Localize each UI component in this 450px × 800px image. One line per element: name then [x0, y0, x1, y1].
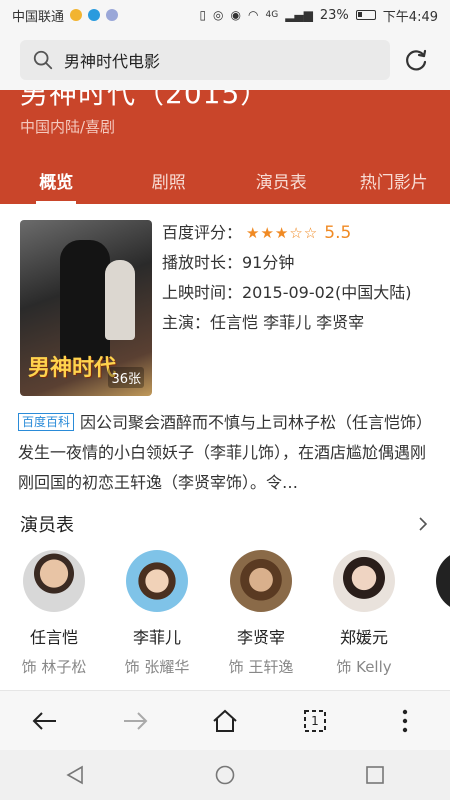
tab-overview[interactable]: 概览 — [0, 160, 113, 204]
summary-text: 因公司聚会酒醉而不慎与上司林子松（任言恺饰）发生一夜情的小白领妖子（李菲儿饰），… — [18, 413, 427, 492]
nav-back-icon[interactable] — [64, 764, 86, 786]
eye-icon: ◉ — [230, 8, 242, 22]
tab-cast[interactable]: 演员表 — [225, 160, 338, 204]
battery-icon — [355, 10, 376, 20]
more-button[interactable] — [385, 701, 425, 741]
home-icon — [213, 709, 237, 732]
movie-genre: 中国内陆/喜剧 — [20, 118, 116, 136]
rating-stars-icon: ★★★☆☆ — [246, 224, 319, 242]
baike-badge: 百度百科 — [18, 413, 75, 431]
signal-icon: ▂▄▆ — [285, 8, 313, 22]
poster-count: 36张 — [108, 367, 144, 388]
back-icon — [32, 712, 56, 730]
movie-info: 男神时代 36张 百度评分： ★★★☆☆ 5.5 播放时长：91分钟 上映时间：20… — [20, 218, 430, 398]
cast-role: 饰 Kelly — [336, 658, 392, 676]
search-icon — [33, 50, 53, 70]
nav-recents-icon[interactable] — [364, 764, 386, 786]
status-bar: 中国联通 ▯ ◎ ◉ ◠ 4G ▂▄▆ 23% 下午4:49 — [0, 0, 450, 30]
back-button[interactable] — [25, 701, 65, 741]
tabs-button[interactable]: 1 — [295, 701, 335, 741]
cast-member[interactable]: 丹 饰 — [427, 550, 450, 677]
search-query: 男神时代电影 — [64, 52, 161, 71]
release-date: 上映时间：2015-09-02(中国大陆) — [162, 283, 412, 302]
cast-role: 饰 林子松 — [21, 658, 87, 676]
avatar — [126, 550, 188, 612]
vibrate-icon: ▯ — [199, 8, 207, 22]
cast-name: 任言恺 — [29, 628, 78, 647]
more-icon — [402, 709, 408, 733]
forward-icon — [124, 712, 148, 730]
alarm-icon: ◎ — [213, 8, 224, 22]
cast-member[interactable]: 任言恺 饰 林子松 — [14, 550, 94, 677]
cast-member[interactable]: 李菲儿 饰 张耀华 — [117, 550, 197, 677]
cast-role: 饰 张耀华 — [124, 658, 190, 676]
cast-name: 李菲儿 — [132, 628, 181, 647]
movie-hero: 男神时代（2015） 中国内陆/喜剧 概览 剧照 演员表 热门影片 — [0, 90, 450, 204]
network-type-label: 4G — [265, 10, 279, 20]
tab-count: 1 — [311, 714, 319, 728]
chevron-right-icon — [419, 517, 428, 531]
nav-home-icon[interactable] — [214, 764, 236, 786]
avatar — [333, 550, 395, 612]
cast-role: 饰 — [427, 656, 450, 677]
cast-member[interactable]: 李贤宰 饰 王轩逸 — [221, 550, 301, 677]
browser-toolbar: 1 — [0, 690, 450, 751]
cast-header[interactable]: 演员表 — [20, 507, 430, 541]
forward-button[interactable] — [115, 701, 155, 741]
cast-section-title: 演员表 — [20, 515, 74, 536]
search-header: 男神时代电影 — [0, 30, 450, 90]
system-nav-bar — [0, 750, 450, 800]
app-notification-icon — [88, 9, 101, 21]
cast-name: 丹 — [427, 624, 450, 648]
tab-bar: 概览 剧照 演员表 热门影片 — [0, 160, 450, 204]
rating-value: 5.5 — [324, 223, 352, 243]
cast-list: 任言恺 饰 林子松 李菲儿 饰 张耀华 李贤宰 饰 王轩逸 郑媛元 饰 Kell… — [14, 550, 450, 680]
carrier-label: 中国联通 — [12, 9, 65, 25]
clock: 下午4:49 — [382, 9, 438, 25]
rating-label: 百度评分： — [162, 223, 243, 242]
cast-name: 郑媛元 — [339, 628, 388, 647]
home-button[interactable] — [205, 701, 245, 741]
rating-row: 百度评分： ★★★☆☆ 5.5 — [162, 218, 430, 248]
poster-figure — [105, 260, 135, 340]
avatar — [23, 550, 85, 612]
refresh-icon[interactable] — [402, 46, 430, 74]
cast-role: 饰 王轩逸 — [228, 658, 294, 676]
movie-details: 百度评分： ★★★☆☆ 5.5 播放时长：91分钟 上映时间：2015-09-02(… — [162, 218, 430, 338]
cast-name: 李贤宰 — [236, 628, 285, 647]
wifi-icon: ◠ — [248, 8, 259, 22]
duration: 播放时长：91分钟 — [162, 253, 295, 272]
app-notification-icon — [70, 9, 83, 21]
avatar — [230, 550, 292, 612]
app-notification-icon — [106, 9, 119, 21]
main-cast: 主演：任言恺 李菲儿 李贤宰 — [162, 313, 365, 332]
movie-poster[interactable]: 男神时代 36张 — [20, 220, 152, 396]
battery-percent: 23% — [319, 7, 349, 23]
movie-summary[interactable]: 百度百科 因公司聚会酒醉而不慎与上司林子松（任言恺饰）发生一夜情的小白领妖子（李菲… — [18, 408, 432, 498]
cast-member[interactable]: 郑媛元 饰 Kelly — [324, 550, 404, 677]
poster-title: 男神时代 — [28, 356, 117, 381]
search-input[interactable]: 男神时代电影 — [20, 40, 390, 80]
poster-figure — [60, 240, 110, 360]
movie-title: 男神时代（2015） — [20, 90, 270, 110]
tab-popular-movies[interactable]: 热门影片 — [338, 160, 450, 204]
tab-stills[interactable]: 剧照 — [113, 160, 226, 204]
avatar — [436, 550, 450, 612]
